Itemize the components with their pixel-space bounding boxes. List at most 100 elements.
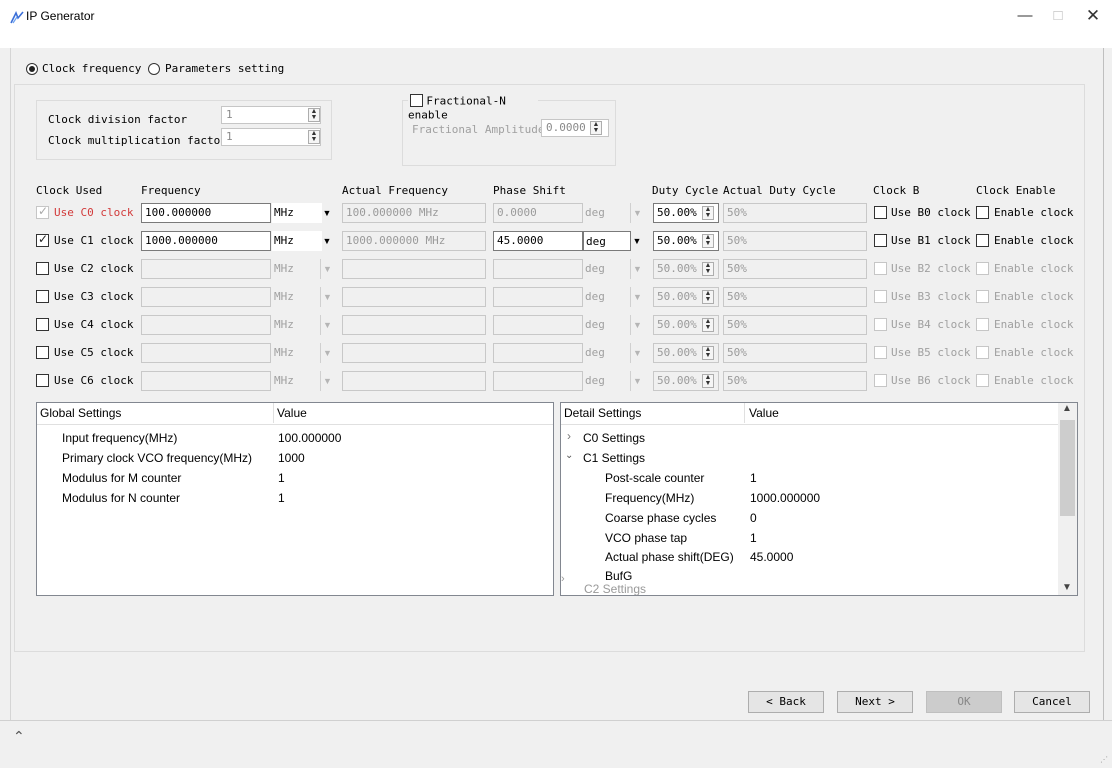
chevron-right-icon[interactable]: › (567, 429, 571, 443)
frequency-unit-select[interactable]: MHz (272, 259, 322, 279)
frequency-input[interactable] (141, 343, 271, 363)
chevron-down-icon[interactable]: ▼ (320, 259, 334, 279)
enable-clock-checkbox[interactable] (976, 290, 989, 304)
enable-clock-label[interactable]: Enable clock (994, 318, 1073, 331)
checkbox-icon[interactable] (976, 262, 989, 275)
enable-clock-label[interactable]: Enable clock (994, 234, 1073, 247)
frequency-unit-select[interactable]: MHz (272, 371, 322, 391)
phase-shift-input[interactable] (493, 259, 583, 279)
clock-b-checkbox[interactable] (874, 234, 887, 248)
duty-spin-arrows-icon[interactable]: ▲ ▼ (702, 234, 714, 248)
frequency-input[interactable] (141, 287, 271, 307)
clock-b-label[interactable]: Use B1 clock (891, 234, 970, 247)
chevron-down-icon[interactable]: ▼ (630, 315, 644, 335)
amplitude-spin-arrows-icon[interactable]: ▲ ▼ (590, 121, 602, 135)
chevron-down-icon[interactable]: ▼ (630, 287, 644, 307)
phase-shift-input[interactable]: 0.0000 (493, 203, 583, 223)
close-icon[interactable]: ✕ (1076, 4, 1110, 28)
clock-b-label[interactable]: Use B2 clock (891, 262, 970, 275)
minimize-icon[interactable]: — (1008, 4, 1042, 28)
chevron-down-icon[interactable]: ⌄ (565, 450, 573, 461)
fractional-enable-checkbox[interactable] (410, 94, 423, 108)
checkbox-icon[interactable] (874, 290, 887, 303)
checkbox-icon[interactable] (976, 234, 989, 247)
checkbox-icon[interactable] (874, 262, 887, 275)
chevron-down-icon[interactable]: ▼ (630, 259, 644, 279)
frequency-input[interactable]: 1000.000000 (141, 231, 271, 251)
chevron-down-icon[interactable]: ▼ (630, 203, 644, 223)
checkbox-icon[interactable] (36, 290, 49, 303)
division-spin-arrows-icon[interactable]: ▲ ▼ (308, 108, 320, 122)
chevron-right-icon[interactable]: › (561, 573, 573, 585)
division-factor-spinbox[interactable]: 1 (221, 106, 321, 124)
phase-unit-select[interactable]: deg (583, 343, 631, 363)
maximize-icon[interactable]: □ (1041, 4, 1075, 28)
checkbox-icon[interactable] (36, 262, 49, 275)
c2-settings-node[interactable]: C2 Settings (584, 582, 646, 595)
chevron-down-icon[interactable]: ▼ (320, 231, 334, 251)
ok-button[interactable]: OK (926, 691, 1002, 713)
c0-settings-node[interactable]: C0 Settings (583, 431, 645, 445)
phase-unit-select[interactable]: deg (583, 287, 631, 307)
clock-b-checkbox[interactable] (874, 346, 887, 360)
clock-b-label[interactable]: Use B6 clock (891, 374, 970, 387)
use-clock-checkbox[interactable] (36, 346, 49, 360)
use-clock-label[interactable]: Use C1 clock (54, 234, 133, 247)
use-clock-checkbox[interactable] (36, 262, 49, 276)
checkbox-icon[interactable] (976, 206, 989, 219)
checkbox-icon[interactable] (874, 206, 887, 219)
duty-spin-arrows-icon[interactable]: ▲ ▼ (702, 374, 714, 388)
radio-selected-icon[interactable] (26, 63, 38, 75)
enable-clock-checkbox[interactable] (976, 262, 989, 276)
checkbox-icon[interactable] (36, 346, 49, 359)
frequency-unit-select[interactable]: MHz (272, 315, 322, 335)
clock-b-checkbox[interactable] (874, 374, 887, 388)
use-clock-label[interactable]: Use C2 clock (54, 262, 133, 275)
duty-spin-arrows-icon[interactable]: ▲ ▼ (702, 318, 714, 332)
phase-shift-input[interactable] (493, 371, 583, 391)
clock-b-checkbox[interactable] (874, 290, 887, 304)
frequency-unit-select[interactable]: MHz (272, 343, 322, 363)
clock-b-label[interactable]: Use B5 clock (891, 346, 970, 359)
clock-frequency-label[interactable]: Clock frequency (42, 62, 141, 75)
use-clock-checkbox[interactable] (36, 374, 49, 388)
phase-shift-input[interactable] (493, 343, 583, 363)
c1-settings-node[interactable]: C1 Settings (583, 451, 645, 465)
enable-clock-label[interactable]: Enable clock (994, 290, 1073, 303)
scroll-up-icon[interactable]: ▲ (1062, 403, 1072, 414)
checkbox-icon[interactable] (36, 318, 49, 331)
collapse-icon[interactable]: ⌃ (13, 728, 25, 745)
next-button[interactable]: Next > (837, 691, 913, 713)
checkbox-icon[interactable] (36, 374, 49, 387)
clock-b-checkbox[interactable] (874, 206, 887, 220)
phase-unit-select[interactable]: deg (583, 203, 631, 223)
use-clock-label[interactable]: Use C4 clock (54, 318, 133, 331)
use-clock-checkbox[interactable] (36, 290, 49, 304)
parameters-setting-label[interactable]: Parameters setting (165, 62, 284, 75)
chevron-down-icon[interactable]: ▼ (630, 343, 644, 363)
use-clock-label[interactable]: Use C5 clock (54, 346, 133, 359)
use-clock-checkbox[interactable] (36, 204, 49, 220)
fractional-enable-row[interactable]: Fractional-N enable (408, 93, 538, 122)
phase-shift-input[interactable]: 45.0000 (493, 231, 583, 251)
multiplication-factor-spinbox[interactable]: 1 (221, 128, 321, 146)
checkbox-icon[interactable] (976, 374, 989, 387)
use-clock-checkbox[interactable] (36, 232, 49, 248)
chevron-down-icon[interactable]: ▼ (320, 371, 334, 391)
checkbox-icon[interactable] (874, 318, 887, 331)
enable-clock-label[interactable]: Enable clock (994, 206, 1073, 219)
frequency-unit-select[interactable]: MHz (272, 231, 322, 251)
frequency-unit-select[interactable]: MHz (272, 203, 322, 223)
checkbox-icon[interactable] (36, 204, 49, 219)
clock-b-checkbox[interactable] (874, 318, 887, 332)
checkbox-icon[interactable] (874, 234, 887, 247)
enable-clock-checkbox[interactable] (976, 318, 989, 332)
enable-clock-label[interactable]: Enable clock (994, 374, 1073, 387)
scroll-down-icon[interactable]: ▼ (1062, 582, 1072, 593)
checkbox-icon[interactable] (36, 232, 49, 247)
checkbox-icon[interactable] (976, 290, 989, 303)
duty-spin-arrows-icon[interactable]: ▲ ▼ (702, 206, 714, 220)
frequency-input[interactable]: 100.000000 (141, 203, 271, 223)
use-clock-label[interactable]: Use C3 clock (54, 290, 133, 303)
chevron-down-icon[interactable]: ▼ (320, 315, 334, 335)
